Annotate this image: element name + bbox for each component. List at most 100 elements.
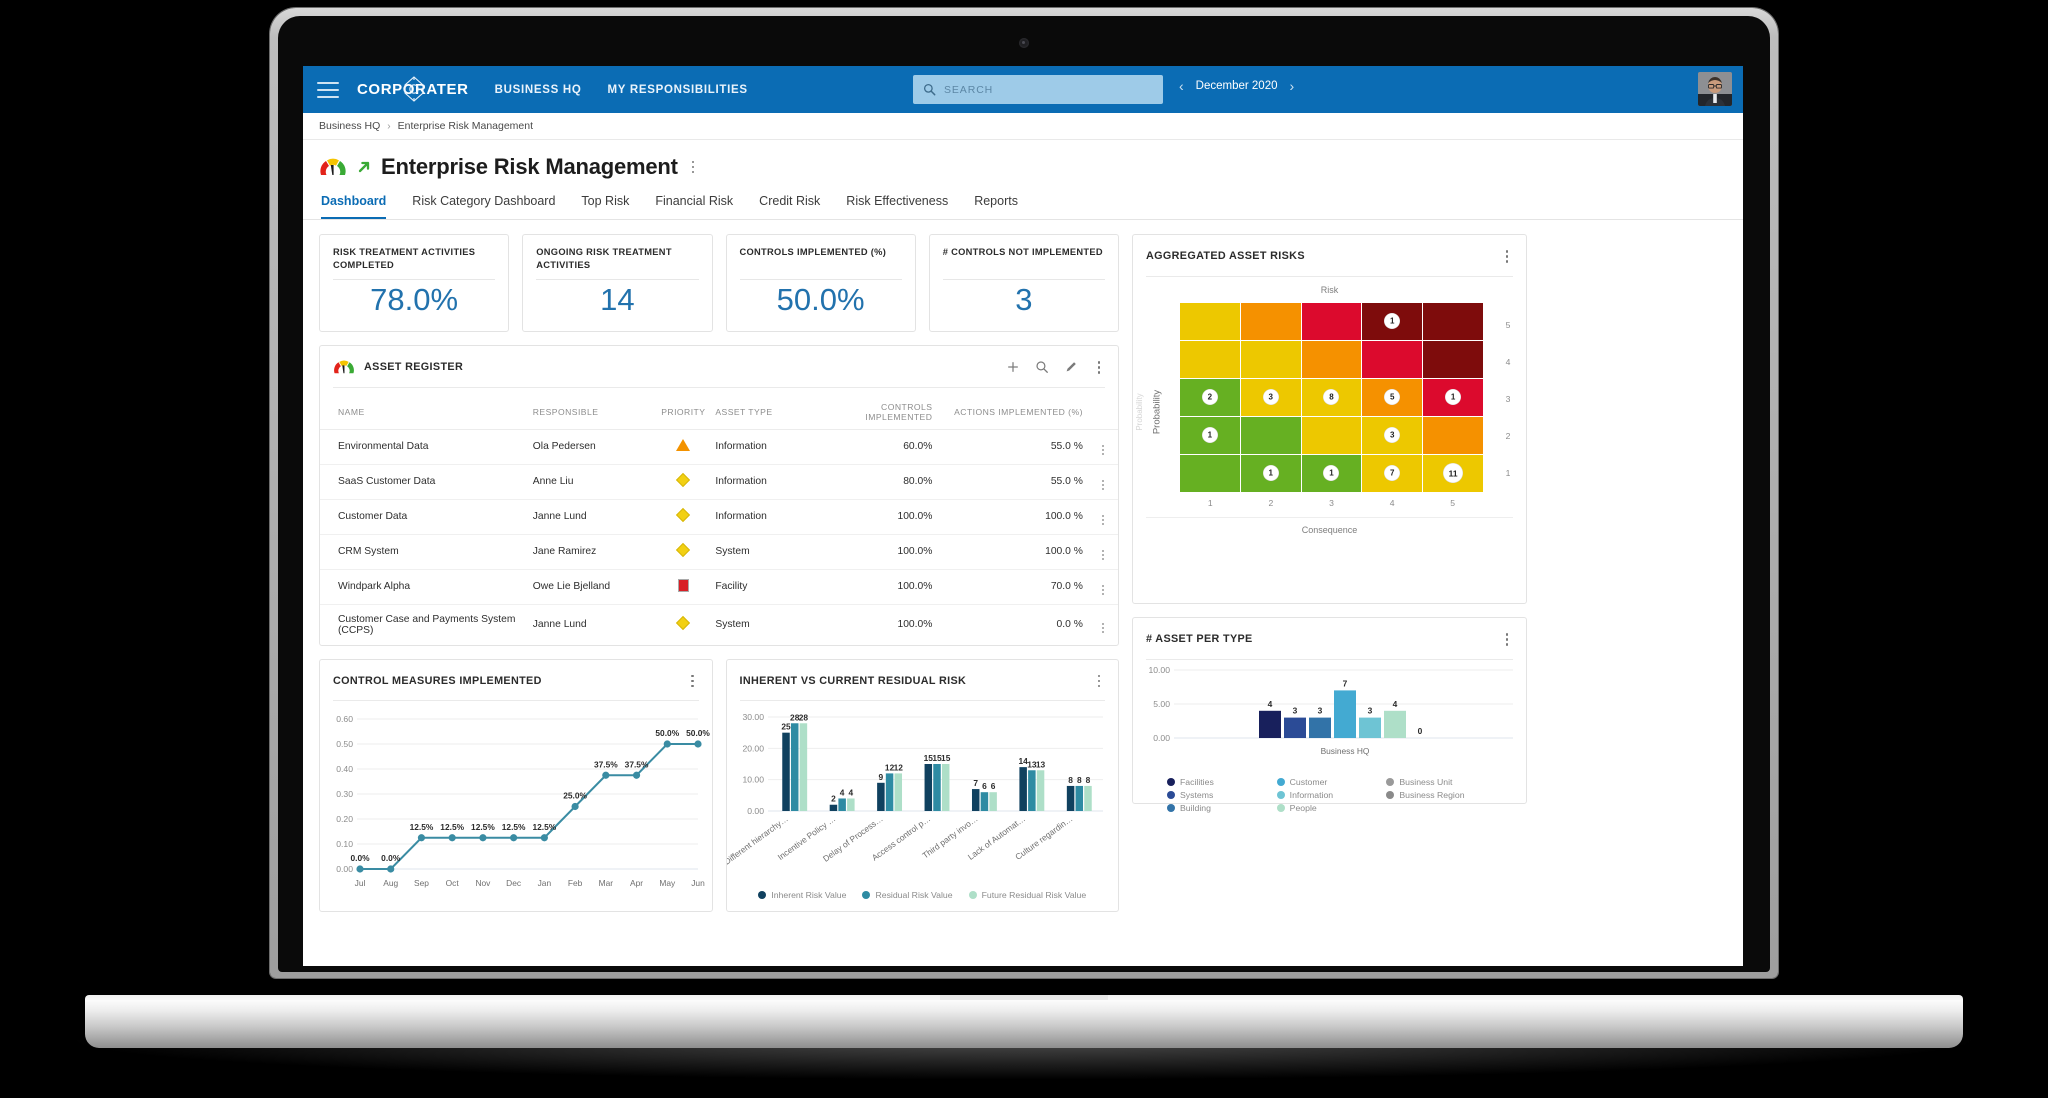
- column-header-actions-implemented[interactable]: ACTIONS IMPLEMENTED (%): [950, 387, 1089, 430]
- legend-item[interactable]: Residual Risk Value: [862, 890, 953, 900]
- cell-name: Customer Data: [320, 499, 533, 535]
- tab-financial-risk[interactable]: Financial Risk: [655, 188, 733, 219]
- cell-responsible: Janne Lund: [532, 619, 587, 630]
- asset-register-more-icon[interactable]: [1093, 357, 1106, 378]
- legend-item[interactable]: Facilities: [1167, 777, 1273, 787]
- previous-period-icon[interactable]: ‹: [1179, 79, 1184, 93]
- asset-per-type-bar-chart[interactable]: 0.00 5.00 10.00 4 3 3 7 3 4 0 Business HQ: [1133, 660, 1526, 768]
- search-icon[interactable]: [1035, 360, 1049, 374]
- column-header-asset-type[interactable]: ASSET TYPE: [715, 387, 820, 430]
- table-row[interactable]: Environmental Data Ola Pedersen Informat…: [320, 429, 1118, 465]
- control-measures-line-chart[interactable]: 0.00 0.10 0.20 0.30 0.40 0.50 0.60 0.0% 0.0% 12.5…: [320, 701, 710, 911]
- tab-top-risk[interactable]: Top Risk: [581, 188, 629, 219]
- heatmap-cell[interactable]: [1423, 340, 1483, 378]
- legend-color-swatch: [968, 891, 977, 899]
- search-box[interactable]: [913, 75, 1163, 104]
- legend-item[interactable]: Future Residual Risk Value: [968, 890, 1086, 900]
- heatmap-cell[interactable]: 3: [1240, 378, 1301, 416]
- heatmap-cell[interactable]: [1301, 416, 1362, 454]
- table-row[interactable]: Windpark Alpha Owe Lie Bjelland Facility…: [320, 569, 1118, 605]
- heatmap-cell[interactable]: 3: [1362, 416, 1423, 454]
- heatmap-grid[interactable]: 1 2 3 8 5 1 1 3 1 1 7 11: [1180, 302, 1483, 492]
- avatar[interactable]: [1698, 72, 1732, 106]
- page-more-icon[interactable]: [687, 157, 700, 178]
- heatmap-cell[interactable]: [1180, 340, 1240, 378]
- legend-label: Building: [1180, 802, 1211, 813]
- heatmap-cell[interactable]: 8: [1301, 378, 1362, 416]
- row-more-icon[interactable]: [1102, 584, 1105, 595]
- brand-logo[interactable]: CORPORATER: [357, 76, 469, 102]
- heatmap-cell[interactable]: 1: [1180, 416, 1240, 454]
- heatmap-cell[interactable]: 7: [1362, 454, 1423, 492]
- column-header-responsible[interactable]: RESPONSIBLE: [532, 387, 652, 430]
- search-input[interactable]: [944, 83, 1153, 96]
- heatmap-cell[interactable]: 1: [1301, 454, 1362, 492]
- legend-item[interactable]: Customer: [1276, 777, 1383, 787]
- legend-item[interactable]: Information: [1276, 790, 1383, 800]
- tab-risk-effectiveness[interactable]: Risk Effectiveness: [846, 188, 948, 219]
- legend-item[interactable]: Systems: [1167, 790, 1273, 800]
- tab-risk-category-dashboard[interactable]: Risk Category Dashboard: [412, 188, 555, 219]
- table-row[interactable]: CRM System Jane Ramirez System 100.0% 10…: [320, 534, 1118, 570]
- legend-item[interactable]: People: [1276, 803, 1383, 813]
- add-icon[interactable]: [1006, 360, 1020, 374]
- chart-more-icon[interactable]: [686, 671, 699, 692]
- nav-link-business-hq[interactable]: BUSINESS HQ: [495, 84, 582, 96]
- cell-row-menu[interactable]: [1088, 429, 1118, 465]
- heatmap-cell[interactable]: [1362, 340, 1423, 378]
- tab-credit-risk[interactable]: Credit Risk: [759, 188, 820, 219]
- heatmap-cell[interactable]: 1: [1240, 454, 1301, 492]
- heatmap-cell[interactable]: [1301, 302, 1362, 340]
- row-more-icon[interactable]: [1102, 479, 1105, 490]
- legend-item[interactable]: Building: [1167, 803, 1273, 813]
- heatmap-cell[interactable]: [1180, 302, 1240, 340]
- heatmap-cell[interactable]: 1: [1423, 378, 1483, 416]
- cell-row-menu[interactable]: [1088, 569, 1118, 605]
- inherent-vs-residual-bar-chart[interactable]: 0.0010.0020.0030.002528 28Different hiera…: [721, 701, 1117, 883]
- chart-more-icon[interactable]: [1093, 671, 1106, 692]
- tab-dashboard[interactable]: Dashboard: [321, 188, 387, 219]
- kpi-card-controls-not-implemented[interactable]: # CONTROLS NOT IMPLEMENTED 3: [928, 234, 1119, 332]
- heatmap-cell[interactable]: [1423, 416, 1483, 454]
- cell-row-menu[interactable]: [1088, 464, 1118, 500]
- column-header-name[interactable]: NAME: [320, 387, 533, 430]
- legend-item[interactable]: Business Unit: [1386, 777, 1492, 787]
- kpi-card-controls-implemented[interactable]: CONTROLS IMPLEMENTED (%) 50.0%: [725, 234, 916, 332]
- legend-item[interactable]: Inherent Risk Value: [758, 890, 846, 900]
- heatmap-cell[interactable]: [1240, 340, 1301, 378]
- row-more-icon[interactable]: [1102, 444, 1105, 455]
- column-header-priority[interactable]: PRIORITY: [651, 387, 716, 430]
- heatmap-cell[interactable]: 2: [1180, 378, 1240, 416]
- heatmap-cell[interactable]: [1423, 302, 1483, 340]
- heatmap-more-icon[interactable]: [1501, 246, 1514, 267]
- cell-row-menu[interactable]: [1088, 499, 1118, 535]
- next-period-icon[interactable]: ›: [1290, 79, 1295, 93]
- kpi-card-ongoing-risk-treatment-activities[interactable]: ONGOING RISK TREATMENT ACTIVITIES 14: [522, 234, 713, 332]
- table-row[interactable]: SaaS Customer Data Anne Liu Information …: [320, 464, 1118, 500]
- tab-reports[interactable]: Reports: [974, 188, 1018, 219]
- heatmap-cell[interactable]: [1240, 416, 1301, 454]
- column-header-controls-implemented[interactable]: CONTROLS IMPLEMENTED: [819, 387, 951, 430]
- table-row[interactable]: Customer Data Janne Lund Information 100…: [320, 499, 1118, 535]
- cell-row-menu[interactable]: [1088, 534, 1118, 570]
- heatmap-cell[interactable]: [1180, 454, 1240, 492]
- table-row[interactable]: Customer Case and Payments System (CCPS)…: [320, 604, 1118, 645]
- heatmap-cell[interactable]: [1240, 302, 1301, 340]
- nav-link-my-responsibilities[interactable]: MY RESPONSIBILITIES: [608, 84, 748, 96]
- cell-row-menu[interactable]: [1089, 604, 1118, 645]
- row-more-icon[interactable]: [1102, 622, 1105, 633]
- heatmap-cell[interactable]: [1301, 340, 1362, 378]
- breadcrumb-root[interactable]: Business HQ: [319, 120, 380, 132]
- dashboard-content: RISK TREATMENT ACTIVITIES COMPLETED 78.0…: [303, 220, 1743, 912]
- edit-icon[interactable]: [1064, 360, 1078, 374]
- kpi-card-risk-treatment-activities-completed[interactable]: RISK TREATMENT ACTIVITIES COMPLETED 78.0…: [319, 234, 510, 332]
- chart-more-icon[interactable]: [1501, 629, 1514, 650]
- row-more-icon[interactable]: [1102, 549, 1105, 560]
- heatmap-cell[interactable]: 1: [1362, 302, 1423, 340]
- heatmap-cell[interactable]: 5: [1362, 378, 1423, 416]
- menu-icon[interactable]: [317, 81, 339, 98]
- priority-diamond-yellow-icon: [676, 615, 691, 631]
- legend-item[interactable]: Business Region: [1386, 790, 1492, 800]
- heatmap-cell[interactable]: 11: [1423, 454, 1483, 492]
- row-more-icon[interactable]: [1102, 514, 1105, 525]
